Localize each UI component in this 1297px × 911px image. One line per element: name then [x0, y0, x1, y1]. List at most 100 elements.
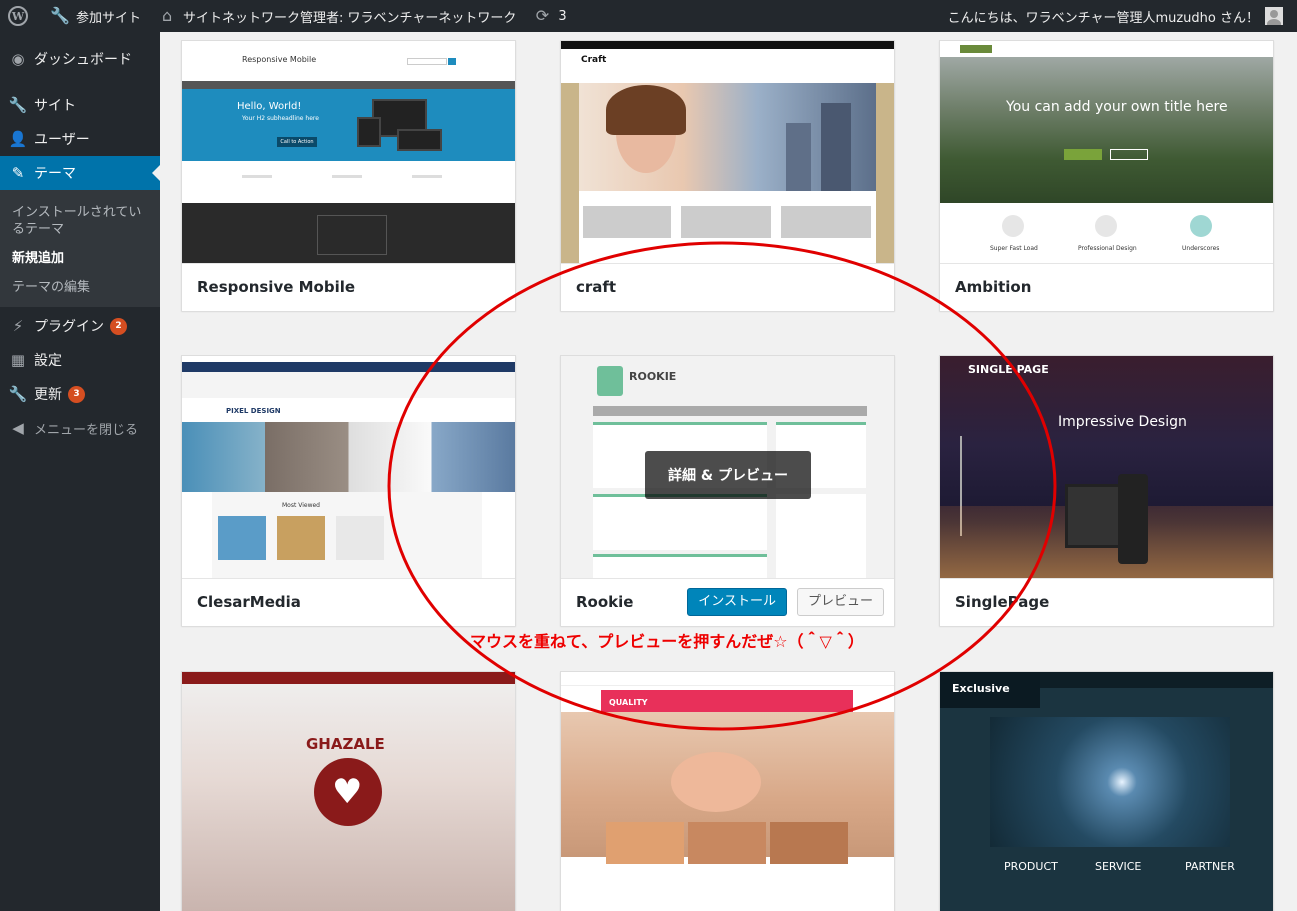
menu-sites[interactable]: 🔧 サイト	[0, 88, 160, 122]
shot-search-button	[448, 58, 456, 65]
shot-logo-text: ROOKIE	[629, 370, 677, 383]
updates-count: 3	[558, 8, 567, 24]
shot-feature-icon	[1095, 215, 1117, 237]
shot-feature-icon	[1002, 215, 1024, 237]
shot-widget-bar	[242, 175, 272, 178]
theme-name: ClesarMedia	[182, 578, 515, 626]
menu-users-label: ユーザー	[34, 132, 90, 148]
menu-settings-label: 設定	[34, 353, 62, 369]
shot-player-ranking	[593, 554, 767, 578]
shot-logo: Craft	[581, 55, 607, 65]
shot-hero: Hello, World! Your H2 subheadline here C…	[182, 89, 515, 161]
details-preview-button[interactable]: 詳細 & プレビュー	[645, 451, 811, 499]
theme-screenshot: Exclusive PRODUCT SERVICE PARTNER	[940, 672, 1273, 911]
refresh-icon: ⟳	[535, 6, 550, 25]
shot-header	[561, 49, 894, 83]
theme-screenshot: SINGLE PAGE Impressive Design	[940, 356, 1273, 578]
submenu-add-new[interactable]: 新規追加	[0, 247, 160, 270]
admin-bar: W 🔧 参加サイト ⌂ サイトネットワーク管理者: ワラベンチャーネットワーク …	[0, 0, 1297, 32]
shot-title: SINGLE PAGE	[968, 363, 1049, 376]
submenu-installed-themes[interactable]: インストールされているテーマ	[0, 198, 160, 241]
shot-partner: PARTNER	[1185, 860, 1235, 873]
menu-updates[interactable]: 🔧 更新 3	[0, 377, 160, 411]
home-icon: ⌂	[161, 6, 173, 25]
menu-themes-label: テーマ	[34, 166, 76, 182]
shot-thumb	[770, 822, 848, 864]
shot-box	[583, 206, 671, 238]
shot-quality: QUALITY	[609, 698, 648, 707]
theme-card-singlepage[interactable]: SINGLE PAGE Impressive Design SinglePage	[939, 355, 1274, 626]
shot-ticker	[182, 372, 515, 398]
theme-card-ghazale[interactable]: GHAZALE ♥	[181, 671, 516, 911]
menu-dashboard[interactable]: ◉ ダッシュボード	[0, 42, 160, 76]
menu-users[interactable]: 👤 ユーザー	[0, 122, 160, 156]
shot-get-it-now	[1110, 149, 1148, 160]
menu-plugins-label: プラグイン	[34, 319, 104, 335]
wp-logo-button[interactable]: W	[0, 0, 42, 32]
shot-hello: Hello, World!	[237, 101, 302, 112]
menu-plugins[interactable]: ⚡ プラグイン 2	[0, 309, 160, 343]
dashboard-icon: ◉	[11, 50, 25, 68]
theme-card-craft[interactable]: Craft craft	[560, 40, 895, 311]
theme-name: SinglePage	[940, 578, 1273, 626]
shot-feature-label: Underscores	[1182, 245, 1220, 252]
user-icon: 👤	[8, 130, 28, 148]
shot-nav	[593, 406, 867, 416]
shot-globe	[990, 717, 1230, 847]
shot-service: SERVICE	[1095, 860, 1142, 873]
install-button[interactable]: インストール	[687, 588, 787, 616]
theme-actions: インストール プレビュー	[687, 588, 884, 616]
theme-card-exclusive[interactable]: Exclusive PRODUCT SERVICE PARTNER	[939, 671, 1274, 911]
shot-hero	[940, 57, 1273, 203]
menu-themes[interactable]: ✎ テーマ	[0, 156, 160, 190]
shot-title: Responsive Mobile	[242, 55, 317, 64]
shot-subheadline: Your H2 subheadline here	[242, 115, 319, 122]
wordpress-logo-icon: W	[8, 6, 28, 26]
updates-menu[interactable]: ⟳ 3	[524, 0, 574, 32]
heart-icon: ♥	[332, 772, 363, 812]
shot-hero-title: You can add your own title here	[1006, 99, 1228, 115]
svg-text:W: W	[11, 10, 25, 23]
collapse-menu-button[interactable]: ◀ メニューを閉じる	[0, 411, 160, 445]
avatar	[1265, 7, 1283, 25]
menu-settings[interactable]: ▦ 設定	[0, 343, 160, 377]
theme-screenshot: Craft	[561, 41, 894, 263]
preview-button[interactable]: プレビュー	[796, 588, 884, 616]
themes-submenu: インストールされているテーマ 新規追加 テーマの編集	[0, 190, 160, 307]
my-account-menu[interactable]: こんにちは、ワラベンチャー管理人muzudho さん！	[940, 0, 1297, 32]
updates-badge: 3	[68, 385, 85, 403]
theme-card-ambition[interactable]: You can add your own title here Super Fa…	[939, 40, 1274, 311]
collapse-arrow-icon: ◀	[12, 419, 24, 437]
theme-name: Ambition	[940, 263, 1273, 311]
theme-screenshot: PIXEL DESIGN Most Viewed	[182, 356, 515, 578]
submenu-theme-editor[interactable]: テーマの編集	[0, 276, 160, 299]
shot-thumb	[336, 516, 384, 560]
shot-topbar	[561, 41, 894, 49]
shot-logo: PIXEL DESIGN	[226, 407, 281, 415]
network-admin-menu[interactable]: ⌂ サイトネットワーク管理者: ワラベンチャーネットワーク	[149, 0, 524, 32]
shot-header	[182, 41, 515, 81]
menu-sites-label: サイト	[34, 98, 76, 114]
my-sites-label: 参加サイト	[76, 10, 142, 26]
my-sites-menu[interactable]: 🔧 参加サイト	[42, 0, 149, 32]
shot-box	[681, 206, 771, 238]
shot-fixtures	[593, 494, 767, 550]
shot-thumb	[277, 516, 325, 560]
theme-card-responsive-mobile[interactable]: Responsive Mobile Hello, World! Your H2 …	[181, 40, 516, 311]
collapse-menu-label: メニューを閉じる	[34, 422, 139, 438]
theme-name: Responsive Mobile	[182, 263, 515, 311]
shot-box	[781, 206, 871, 238]
shot-nav	[182, 81, 515, 89]
shot-title: GHAZALE	[306, 735, 385, 753]
plugins-update-badge: 2	[110, 317, 127, 335]
theme-card-spasalon[interactable]: QUALITY	[560, 671, 895, 911]
theme-screenshot: You can add your own title here Super Fa…	[940, 41, 1273, 263]
shot-feature-label: Super Fast Load	[990, 245, 1038, 252]
shot-most-viewed: Most Viewed	[282, 502, 320, 509]
shot-widgets	[182, 161, 515, 203]
theme-screenshot: Responsive Mobile Hello, World! Your H2 …	[182, 41, 515, 263]
theme-card-clesarmedia[interactable]: PIXEL DESIGN Most Viewed ClesarMedia	[181, 355, 516, 626]
shot-header	[561, 672, 894, 686]
theme-card-rookie[interactable]: ROOKIE 詳細 & プレビュー Rookie インストール プレビュー	[560, 355, 895, 626]
wrench-icon: 🔧	[8, 96, 28, 114]
